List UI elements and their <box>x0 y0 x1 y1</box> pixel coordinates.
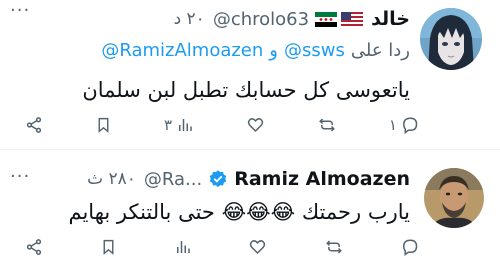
us-flag-icon <box>341 11 364 27</box>
share-button[interactable] <box>25 116 43 134</box>
bookmark-icon <box>98 117 109 133</box>
man-avatar-image <box>424 168 484 228</box>
tweet-header: ٢٠ د @chrolo63 خالد <box>174 8 410 30</box>
tweet-time-2[interactable]: ٢٨٠ ث <box>87 169 136 189</box>
comment-icon <box>402 239 418 256</box>
reply-button-2[interactable] <box>401 238 420 256</box>
replying-to-label: ردا على <box>350 40 410 61</box>
tweet-actions-2 <box>25 238 420 256</box>
user-handle[interactable]: @chrolo63 <box>213 9 309 30</box>
views-icon <box>176 241 190 253</box>
flags <box>315 11 364 27</box>
share-icon <box>26 117 42 133</box>
display-name-2[interactable]: Ramiz Almoazen <box>234 168 410 190</box>
avatar-2[interactable] <box>424 168 484 228</box>
reply-button[interactable]: ١ <box>389 116 420 134</box>
syria-revolution-flag-icon <box>315 11 338 27</box>
bookmark-button[interactable] <box>95 116 112 134</box>
retweet-button-2[interactable] <box>324 238 344 256</box>
tweet-text-2: يارب رحمتك 😂😂😂 حتى بالتنكر بهايم <box>68 200 410 224</box>
tweet-text: ياتعوسى كل حسابك تطبل لبن سلمان <box>82 78 410 102</box>
share-icon <box>26 239 42 255</box>
verified-badge-icon <box>209 170 227 188</box>
bookmark-icon <box>103 239 114 255</box>
tweet-reply[interactable]: ··· ٢٠ د @chrolo63 خالد @RamizAlmoazen و… <box>0 0 500 150</box>
like-button-2[interactable] <box>248 238 267 256</box>
retweet-icon <box>326 240 342 254</box>
retweet-icon <box>319 118 335 132</box>
retweet-button[interactable] <box>317 116 337 134</box>
more-options-icon-2[interactable]: ··· <box>10 168 30 186</box>
heart-icon <box>247 118 264 133</box>
mention-conjunction: و <box>269 40 278 61</box>
views-icon <box>179 119 192 131</box>
tweet-header-2: ٢٨٠ ث @Ra... Ramiz Almoazen <box>87 168 410 190</box>
views-button[interactable]: ٣ <box>164 116 194 134</box>
share-button-2[interactable] <box>25 238 43 256</box>
tweet-actions: ٣ ١ <box>25 116 420 134</box>
views-count: ٣ <box>163 116 172 134</box>
display-name[interactable]: خالد <box>371 8 410 30</box>
more-options-icon[interactable]: ··· <box>10 2 30 20</box>
reply-count: ١ <box>388 116 397 134</box>
avatar[interactable] <box>420 8 482 70</box>
replying-to: @RamizAlmoazen و @ssws ردا على <box>101 40 410 61</box>
like-button[interactable] <box>246 116 265 134</box>
views-button-2[interactable] <box>174 238 192 256</box>
user-handle-2[interactable]: @Ra... <box>144 169 202 190</box>
comment-icon <box>402 117 418 134</box>
anime-avatar-image <box>420 8 482 70</box>
mention-ssws[interactable]: @ssws <box>284 40 345 61</box>
tweet-time[interactable]: ٢٠ د <box>174 9 205 29</box>
bookmark-button-2[interactable] <box>100 238 117 256</box>
mention-ramiz[interactable]: @RamizAlmoazen <box>101 40 263 61</box>
heart-icon <box>250 240 266 255</box>
